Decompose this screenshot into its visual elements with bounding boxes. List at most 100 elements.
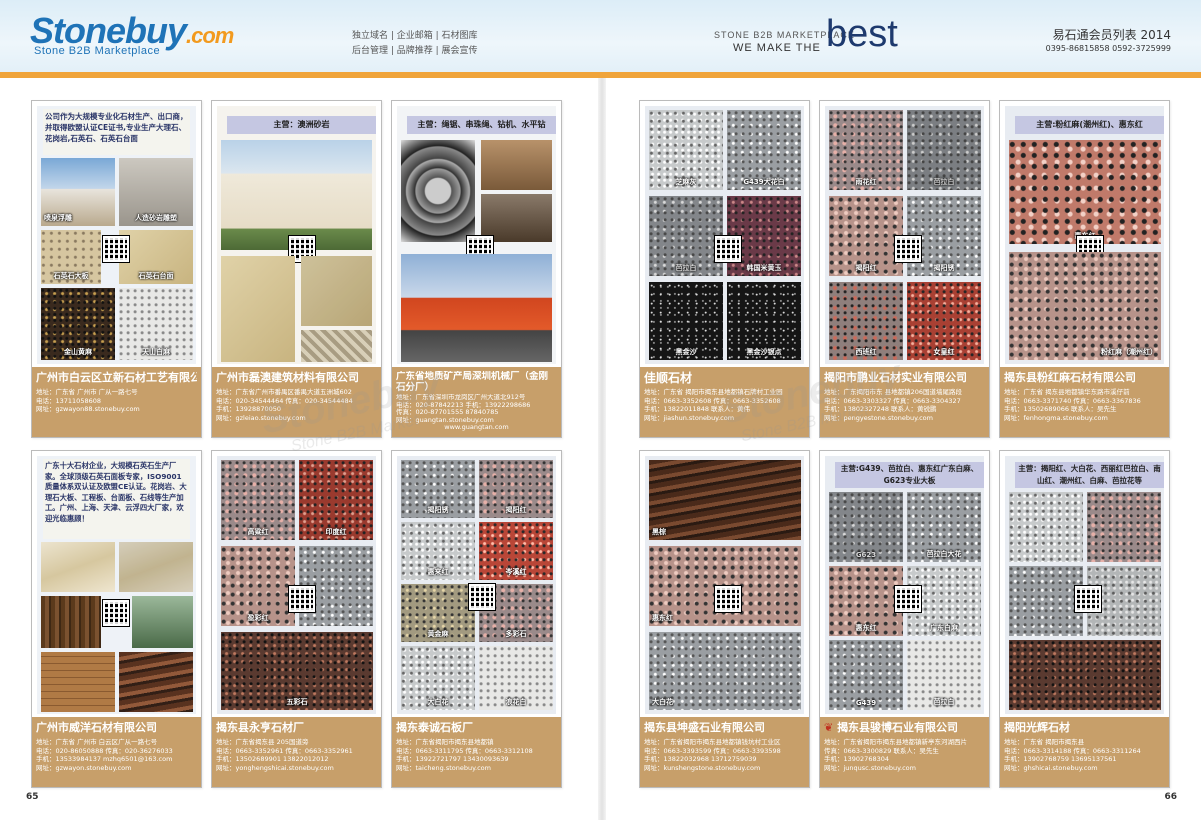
company-name[interactable]: 揭东泰诚石板厂 bbox=[396, 721, 557, 735]
website-link[interactable]: 网址：kunshengstone.stonebuy.com bbox=[644, 764, 805, 773]
website-link[interactable]: 网址：gzleiao.stonebuy.com bbox=[216, 414, 377, 423]
page-spine bbox=[598, 78, 606, 820]
qr-code-icon[interactable] bbox=[714, 585, 742, 613]
stone-sample bbox=[1009, 566, 1083, 636]
website-link[interactable]: 网址：junqusc.stonebuy.com bbox=[824, 764, 985, 773]
header-links-line2: 后台管理 | 品牌推荐 | 展会宣传 bbox=[352, 46, 478, 56]
member-card[interactable]: 主营:G439、芭拉白、惠东红广东白麻、G623专业大板 G623 芭拉白大花 … bbox=[819, 450, 990, 788]
website-link[interactable]: 网址：gzwayon88.stonebuy.com bbox=[36, 405, 197, 414]
stone-sample: 惠来红 bbox=[401, 522, 475, 580]
contact-line: 地址：广东省 广州市 白云区广从一路七号 bbox=[36, 738, 158, 746]
member-card[interactable]: 主营：绳锯、串珠绳、钻机、水平钻 广东省地质矿产局深圳机械厂（金刚石分厂） 地址… bbox=[391, 100, 562, 438]
website-link[interactable]: 网址：fenhongma.stonebuy.com bbox=[1004, 414, 1165, 423]
member-card[interactable]: 主营：揭阳红、大白花、西丽红巴拉白、南山红、潮州红、白麻、芭拉花等 揭阳光辉石材… bbox=[999, 450, 1170, 788]
stone-sample: 女皇红 bbox=[907, 282, 981, 360]
contact-line: 电话：020-34544464 传真：020-34544484 bbox=[216, 396, 353, 405]
stone-sample: 盈彩红 bbox=[221, 546, 295, 626]
qr-code-icon[interactable] bbox=[714, 235, 742, 263]
qr-code-icon[interactable] bbox=[102, 599, 130, 627]
issue-phones: 0395-86815858 0592-3725999 bbox=[1045, 44, 1171, 53]
member-card[interactable]: 芝麻灰 G439大花白 芭拉白 韩国米黄玉 黑金沙 黑金沙银点 佳顺石材 地址：… bbox=[639, 100, 810, 438]
card-footer: 揭东县粉红麻石材有限公司 地址：广东省 揭东县地都镇华东路市溪仔前 电话：066… bbox=[1000, 367, 1169, 437]
product-photo: 喷泉浮雕 bbox=[41, 158, 115, 226]
packing-photo bbox=[41, 652, 115, 712]
website-link[interactable]: 网址：gzwayon.stonebuy.com bbox=[36, 764, 197, 773]
drill-photo bbox=[481, 194, 552, 242]
slab-photo bbox=[119, 652, 193, 712]
company-name[interactable]: 揭东县永亨石材厂 bbox=[216, 721, 377, 735]
company-name[interactable]: ❦ 揭东县骏博石业有限公司 bbox=[824, 721, 985, 735]
stone-label: 浪花白 bbox=[505, 698, 527, 706]
contact-line: 电话：0663-3352608 传真：0663-3352608 bbox=[644, 396, 781, 405]
qr-code-icon[interactable] bbox=[102, 235, 130, 263]
card-image-area: 广东十大石材企业，大规模石英石生产厂家。全球顶级石英石面板专家，ISO9001质… bbox=[37, 456, 196, 714]
product-photo: 石英石台面 bbox=[119, 230, 193, 284]
stone-label: 大白花 bbox=[427, 698, 449, 706]
card-image-area: 主营：揭阳红、大白花、西丽红巴拉白、南山红、潮州红、白麻、芭拉花等 bbox=[1005, 456, 1164, 714]
stone-label: 芭拉白大花 bbox=[926, 550, 962, 558]
stone-label: 广东白麻 bbox=[930, 624, 958, 632]
member-card[interactable]: 主营:粉红麻(潮州红)、惠东红 惠东红 粉红麻（潮州红） 揭东县粉红麻石材有限公… bbox=[999, 100, 1170, 438]
member-card[interactable]: 公司作为大规模专业化石材生产、出口商，并取得欧盟认证CE证书,专业生产大理石、花… bbox=[31, 100, 202, 438]
contact-line: 地址：广东省广州市番禺区番禺大道五洲城602 bbox=[216, 388, 352, 396]
website-link[interactable]: 网址：jiashun.stonebuy.com bbox=[644, 414, 805, 423]
company-name[interactable]: 揭东县坤盛石业有限公司 bbox=[644, 721, 805, 735]
card-footer: 揭东泰诚石板厂 地址：广东省揭阳市揭东县地都镇 电话：0663-3311795 … bbox=[392, 717, 561, 787]
qr-code-icon[interactable] bbox=[468, 583, 496, 611]
countertop-photo bbox=[41, 542, 115, 592]
member-card[interactable]: 揭阳锈 揭阳红 惠来红 岑溪红 黄金麻 多彩石 大白花 浪花白 揭东泰诚石板厂 … bbox=[391, 450, 562, 788]
website-link[interactable]: 网址：ghshicai.stonebuy.com bbox=[1004, 764, 1165, 773]
stone-label: 黑棕 bbox=[652, 528, 666, 536]
pattern-photo bbox=[301, 330, 372, 362]
contact-line: 电话：0663-3314188 传真：0663-3311264 bbox=[1004, 746, 1141, 755]
company-name[interactable]: 揭阳光辉石材 bbox=[1004, 721, 1165, 735]
stone-sample: 黄金麻 bbox=[401, 584, 475, 642]
company-name[interactable]: 揭东县粉红麻石材有限公司 bbox=[1004, 371, 1165, 385]
company-contact: 地址：广东揭阳市东 县地都镇206国道墙尾路段 电话：0663-3303327 … bbox=[824, 388, 985, 422]
card-image-area: 主营：澳洲砂岩 bbox=[217, 106, 376, 364]
card-image-area: 高粱红 印度红 盈彩红 五彩石 bbox=[217, 456, 376, 714]
company-name[interactable]: 广州市白云区立新石材工艺有限公司 bbox=[36, 371, 197, 385]
qr-code-icon[interactable] bbox=[1074, 585, 1102, 613]
stone-sample: 印度红 bbox=[299, 460, 373, 540]
company-contact: 地址：广东省 揭阳市揭东县地都镇石牌村工业园 电话：0663-3352608 传… bbox=[644, 388, 805, 422]
company-name[interactable]: 揭阳市鹏业石材实业有限公司 bbox=[824, 371, 985, 385]
member-card[interactable]: 广东十大石材企业，大规模石英石生产厂家。全球顶级石英石面板专家，ISO9001质… bbox=[31, 450, 202, 788]
stone-sample: G623 bbox=[829, 492, 903, 562]
company-contact: 地址：广东省 揭东县地都镇华东路市溪仔前 电话：0663-3371740 传真：… bbox=[1004, 388, 1165, 422]
member-card[interactable]: 黑棕 惠东红 大白花 揭东县坤盛石业有限公司 地址：广东省揭阳市揭东县地都镇钱坑… bbox=[639, 450, 810, 788]
company-name[interactable]: 佳顺石材 bbox=[644, 371, 805, 385]
contact-line: 电话：020-86050888 传真：020-36276033 bbox=[36, 746, 173, 755]
qr-code-icon[interactable] bbox=[288, 585, 316, 613]
villa-photo bbox=[221, 140, 372, 250]
company-name[interactable]: 广东省地质矿产局深圳机械厂（金刚石分厂） bbox=[396, 371, 557, 393]
contact-line: 电话：0663-3311795 传真：0663-3312108 bbox=[396, 746, 533, 755]
company-name[interactable]: 广州市磊澳建筑材料有限公司 bbox=[216, 371, 377, 385]
stone-sample bbox=[1009, 640, 1161, 710]
card-image-area: 公司作为大规模专业化石材生产、出口商，并取得欧盟认证CE证书,专业生产大理石、花… bbox=[37, 106, 196, 364]
member-card[interactable]: 主营：澳洲砂岩 广州市磊澳建筑材料有限公司 地址：广东省广州市番禺区番禺大道五洲… bbox=[211, 100, 382, 438]
stone-slab-photo bbox=[132, 596, 193, 648]
stone-sample: 五彩石 bbox=[221, 632, 373, 710]
card-footer: 揭阳光辉石材 地址：广东省 揭阳市揭东县 电话：0663-3314188 传真：… bbox=[1000, 717, 1169, 787]
contact-line: 电话：13711058608 bbox=[36, 396, 101, 405]
member-card[interactable]: 高粱红 印度红 盈彩红 五彩石 揭东县永亨石材厂 地址：广东省揭东县 205国道… bbox=[211, 450, 382, 788]
stone-sample: 岑溪红 bbox=[479, 522, 553, 580]
website-link[interactable]: 网址：taicheng.stonebuy.com bbox=[396, 764, 557, 773]
member-card[interactable]: 雨花红 芭拉白 揭阳红 揭阳锈 西班红 女皇红 揭阳市鹏业石材实业有限公司 地址… bbox=[819, 100, 990, 438]
stone-label: G439大花白 bbox=[743, 178, 785, 186]
qr-code-icon[interactable] bbox=[894, 235, 922, 263]
website-link[interactable]: 网址：pengyestone.stonebuy.com bbox=[824, 414, 985, 423]
qr-code-icon[interactable] bbox=[894, 585, 922, 613]
card-footer: 佳顺石材 地址：广东省 揭阳市揭东县地都镇石牌村工业园 电话：0663-3352… bbox=[640, 367, 809, 437]
website-link[interactable]: 网址：yonghengshicai.stonebuy.com bbox=[216, 764, 377, 773]
product-label: 天山白麻 bbox=[142, 348, 170, 356]
sandstone-photo bbox=[221, 256, 295, 362]
slab-photo bbox=[119, 542, 193, 592]
page-number-right: 66 bbox=[1164, 792, 1177, 802]
page-number-left: 65 bbox=[26, 792, 39, 802]
stone-sample: 芭拉白大花 bbox=[907, 492, 981, 562]
drill-photo bbox=[481, 140, 552, 190]
company-name[interactable]: 广州市威洋石材有限公司 bbox=[36, 721, 197, 735]
website-link[interactable]: www.guangtan.com bbox=[396, 423, 557, 432]
